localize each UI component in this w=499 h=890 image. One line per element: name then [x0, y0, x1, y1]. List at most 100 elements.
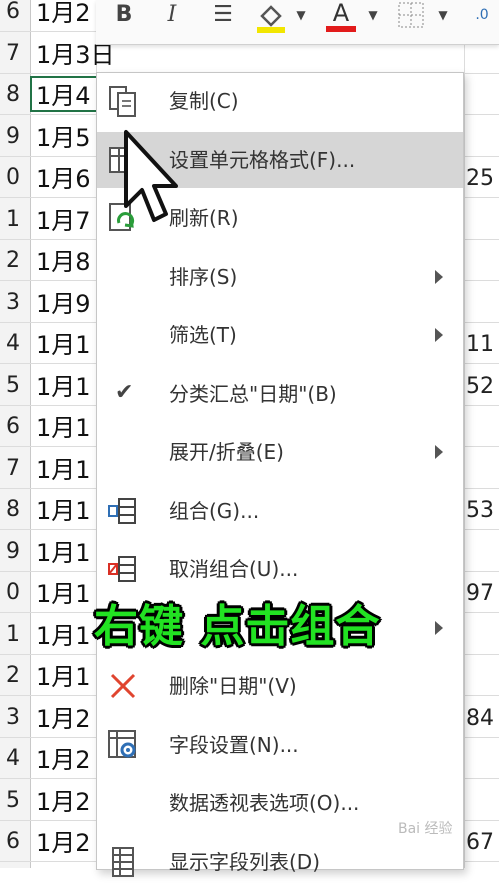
date-cell[interactable]: 1月2 [36, 782, 91, 820]
chevron-down-icon[interactable]: ▼ [366, 0, 380, 34]
value-cell[interactable] [466, 76, 499, 114]
row-number[interactable]: 1 [0, 201, 20, 239]
value-cell[interactable]: 25 [466, 159, 499, 197]
value-cell[interactable]: 11 [466, 325, 499, 363]
date-cell[interactable]: 1月1 [36, 616, 91, 654]
date-cell[interactable]: 1月5 [36, 118, 91, 156]
chevron-right-icon [435, 445, 443, 459]
row-number[interactable]: 8 [0, 491, 20, 529]
ungroup-icon [107, 552, 139, 586]
date-cell[interactable]: 1月7 [36, 201, 91, 239]
menu-item-field-settings[interactable]: 字段设置(N)... [97, 717, 463, 773]
field-list-icon [107, 845, 139, 879]
italic-button[interactable]: I [158, 0, 186, 34]
border-button[interactable] [394, 0, 428, 34]
mini-toolbar: B I ☰ ▼ A ▼ ▼ .0 [96, 0, 499, 45]
date-cell[interactable]: 1月9 [36, 284, 91, 322]
paint-bucket-icon [257, 5, 285, 33]
menu-item-copy[interactable]: 复制(C) [97, 73, 463, 129]
value-cell[interactable] [466, 242, 499, 280]
menu-item-label: 删除"日期"(V) [169, 674, 297, 698]
menu-item-delete-field[interactable]: 删除"日期"(V) [97, 658, 463, 714]
value-cell[interactable] [466, 533, 499, 571]
chevron-right-icon [435, 328, 443, 342]
row-number[interactable]: 2 [0, 657, 20, 695]
menu-item-expand-collapse[interactable]: 展开/折叠(E) [97, 424, 463, 480]
watermark: Bai 经验 [398, 821, 453, 837]
row-number[interactable]: 4 [0, 740, 20, 778]
date-cell[interactable]: 1月1 [36, 450, 91, 488]
row-number[interactable]: 0 [0, 574, 20, 612]
row-number[interactable]: 3 [0, 284, 20, 322]
row-number[interactable]: 9 [0, 118, 20, 156]
menu-item-group[interactable]: 组合(G)... [97, 483, 463, 539]
row-number[interactable]: 5 [0, 367, 20, 405]
date-cell[interactable]: 1月2 [36, 823, 91, 861]
menu-item-label: 数据透视表选项(O)... [169, 791, 360, 815]
row-number[interactable]: 8 [0, 76, 20, 114]
row-number[interactable]: 7 [0, 450, 20, 488]
fill-color-button[interactable] [254, 0, 288, 34]
date-cell[interactable]: 1月2 [36, 699, 91, 737]
value-cell[interactable]: 67 [466, 823, 499, 861]
row-number[interactable]: 0 [0, 159, 20, 197]
chevron-right-icon [435, 269, 443, 284]
value-cell[interactable]: 97 [466, 574, 499, 612]
menu-item-label: 设置单元格格式(F)... [169, 147, 356, 172]
row-number[interactable]: 3 [0, 699, 20, 737]
date-cell[interactable]: 1月6 [36, 159, 91, 197]
row-number[interactable]: 5 [0, 782, 20, 820]
row-number[interactable]: 7 [0, 35, 20, 73]
row-number[interactable]: 6 [0, 823, 20, 861]
date-cell[interactable]: 1月1 [36, 408, 91, 446]
date-cell[interactable]: 1月1 [36, 657, 91, 695]
value-cell[interactable] [466, 118, 499, 156]
value-cell[interactable]: 53 [466, 491, 499, 529]
menu-item-label: 显示字段列表(D) [169, 849, 321, 874]
row-number[interactable]: 6 [0, 0, 20, 31]
date-cell[interactable]: 1月1 [36, 491, 91, 529]
value-cell[interactable] [466, 201, 499, 239]
date-cell[interactable]: 1月1 [36, 367, 91, 405]
row-number[interactable]: 1 [0, 616, 20, 654]
chevron-down-icon[interactable]: ▼ [294, 0, 308, 34]
copy-icon [107, 84, 139, 118]
font-color-button[interactable]: A [324, 0, 358, 34]
value-cell[interactable]: 84 [466, 699, 499, 737]
value-cell[interactable] [466, 284, 499, 322]
menu-item-show-field-list[interactable]: 显示字段列表(D) [97, 834, 463, 890]
row-number[interactable]: 6 [0, 408, 20, 446]
date-cell[interactable]: 1月1 [36, 533, 91, 571]
menu-item-label: 组合(G)... [169, 498, 260, 523]
row-number[interactable]: 9 [0, 533, 20, 571]
date-cell[interactable]: 1月1 [36, 325, 91, 363]
menu-item-filter[interactable]: 筛选(T) [97, 307, 463, 363]
menu-item-ungroup[interactable]: 取消组合(U)... [97, 541, 463, 597]
font-color-icon: A [332, 0, 350, 27]
chevron-down-icon[interactable]: ▼ [436, 0, 450, 34]
field-settings-icon [107, 728, 139, 762]
value-cell[interactable] [466, 616, 499, 654]
menu-item-label: 筛选(T) [169, 323, 237, 347]
bold-button[interactable]: B [110, 0, 138, 34]
date-cell[interactable]: 1月2 [36, 0, 91, 31]
row-number[interactable]: 4 [0, 325, 20, 363]
value-cell[interactable] [466, 782, 499, 820]
menu-item-label: 展开/折叠(E) [169, 440, 284, 464]
align-center-button[interactable]: ☰ [206, 0, 240, 34]
value-cell[interactable] [466, 657, 499, 695]
value-cell[interactable] [466, 740, 499, 778]
value-cell[interactable] [466, 408, 499, 446]
row-number[interactable]: 2 [0, 242, 20, 280]
caption-overlay: 右键 点击组合 [94, 601, 381, 652]
decimal-button[interactable]: .0 [468, 0, 496, 34]
date-cell[interactable]: 1月8 [36, 242, 91, 280]
value-cell[interactable] [466, 450, 499, 488]
menu-item-subtotal[interactable]: ✔ 分类汇总"日期"(B) [97, 366, 463, 422]
value-cell[interactable]: 52 [466, 367, 499, 405]
date-cell[interactable]: 1月1 [36, 574, 91, 612]
menu-item-label: 复制(C) [169, 89, 239, 113]
date-cell[interactable]: 1月2 [36, 740, 91, 778]
menu-item-sort[interactable]: 排序(S) [97, 249, 463, 305]
mouse-cursor-icon [124, 130, 178, 222]
